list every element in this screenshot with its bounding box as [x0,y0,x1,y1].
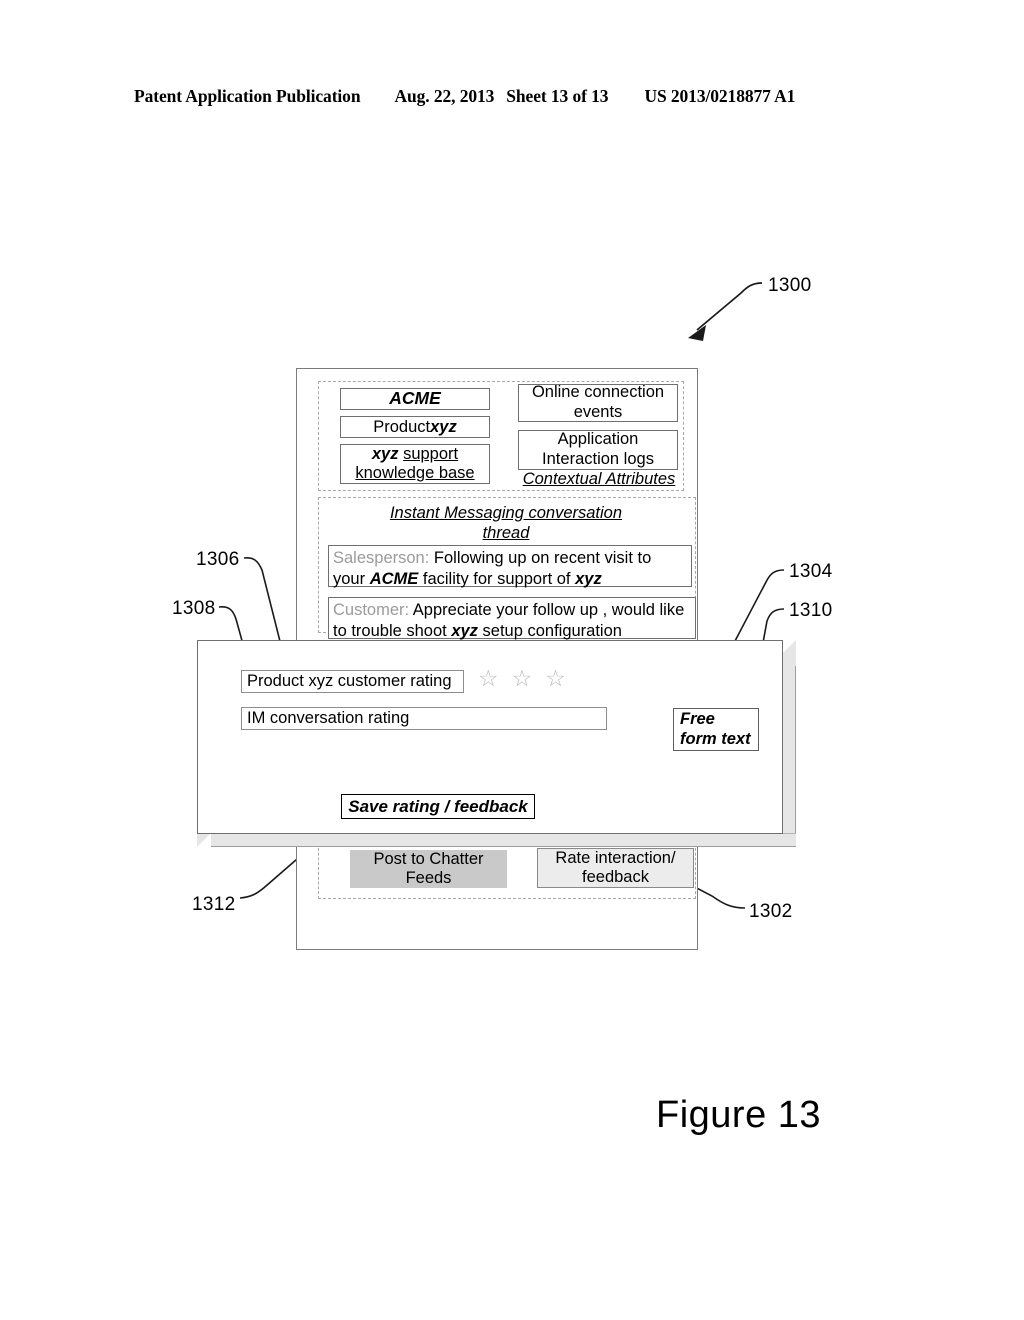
post-to-chatter-feeds-line1: Post to Chatter [373,849,484,868]
customer-emphasis-xyz: xyz [451,622,478,641]
reference-numeral-1312: 1312 [192,894,236,915]
save-rating-feedback-button[interactable]: Save rating / feedback [341,794,535,819]
online-connection-events-line2: events [573,403,623,421]
im-thread-title: Instant Messaging conversation thread [330,503,682,543]
application-interaction-logs-box[interactable]: Application Interaction logs [518,430,678,470]
knowledge-base-box[interactable]: xyz support knowledge base [340,444,490,484]
product-rating-field[interactable]: Product xyz customer rating [241,670,464,693]
rating-dialog-right-shadow [782,652,796,836]
free-form-text-box[interactable]: Free form text [673,708,759,751]
post-to-chatter-feeds-button[interactable]: Post to Chatter Feeds [350,850,507,888]
rate-interaction-feedback-line1: Rate interaction/ [555,848,676,867]
knowledge-base-line2: knowledge base [355,464,475,482]
star-icon-3[interactable]: ☆ [545,668,566,691]
star-icon-1[interactable]: ☆ [478,668,499,691]
reference-numeral-1306: 1306 [196,549,240,570]
application-interaction-logs-line1: Application [557,430,639,449]
product-rating-label: Product xyz customer rating [247,672,452,690]
rating-dialog-bottom-shadow [211,833,796,847]
contextual-attributes-label: Contextual Attributes [522,470,676,488]
rate-interaction-feedback-line2: feedback [582,868,649,886]
rate-interaction-feedback-button[interactable]: Rate interaction/ feedback [537,848,694,888]
im-conversation-rating-label: IM conversation rating [247,709,410,727]
free-form-text-line2: form text [680,729,751,748]
salesperson-text-part2: facility for support of [418,570,576,589]
figure-caption: Figure 13 [656,1094,822,1136]
im-message-salesperson[interactable]: Salesperson: Following up on recent visi… [328,545,692,589]
free-form-text-line1: Free [680,709,715,728]
star-rating-control[interactable]: ☆ ☆ ☆ [478,668,566,691]
post-to-chatter-feeds-line2: Feeds [405,869,452,887]
reference-numeral-1308: 1308 [172,598,216,619]
im-conversation-rating-field[interactable]: IM conversation rating [241,707,607,730]
customer-text-part2: setup configuration [477,622,622,641]
knowledge-base-line1: xyz support [371,444,459,463]
account-name-label: ACME [389,388,441,409]
reference-numeral-1310: 1310 [789,600,833,621]
product-name-box[interactable]: Product xyz [340,416,490,438]
online-connection-events-line1: Online connection [531,383,665,402]
salesperson-speaker-label: Salesperson: [333,549,430,567]
im-message-customer[interactable]: Customer: Appreciate your follow up , wo… [328,597,696,641]
save-rating-feedback-label: Save rating / feedback [348,796,528,816]
reference-numeral-1304: 1304 [789,561,833,582]
account-name-box[interactable]: ACME [340,388,490,410]
im-thread-title-line1: Instant Messaging conversation [389,504,623,522]
im-thread-title-line2: thread [482,524,530,543]
star-icon-2[interactable]: ☆ [512,668,533,691]
figure-drawing: 1300 1306 1308 1304 1310 1312 1302 ACME … [0,0,1024,1320]
reference-numeral-1302: 1302 [749,901,793,922]
application-interaction-logs-line2: Interaction logs [542,450,654,468]
customer-speaker-label: Customer: [333,601,410,619]
reference-numeral-1300: 1300 [768,275,812,296]
product-prefix-label: Product [373,417,431,436]
salesperson-emphasis-xyz: xyz [575,570,602,589]
online-connection-events-box[interactable]: Online connection events [518,383,678,422]
salesperson-emphasis-acme: ACME [369,570,419,589]
product-emphasis-label: xyz [430,417,457,436]
